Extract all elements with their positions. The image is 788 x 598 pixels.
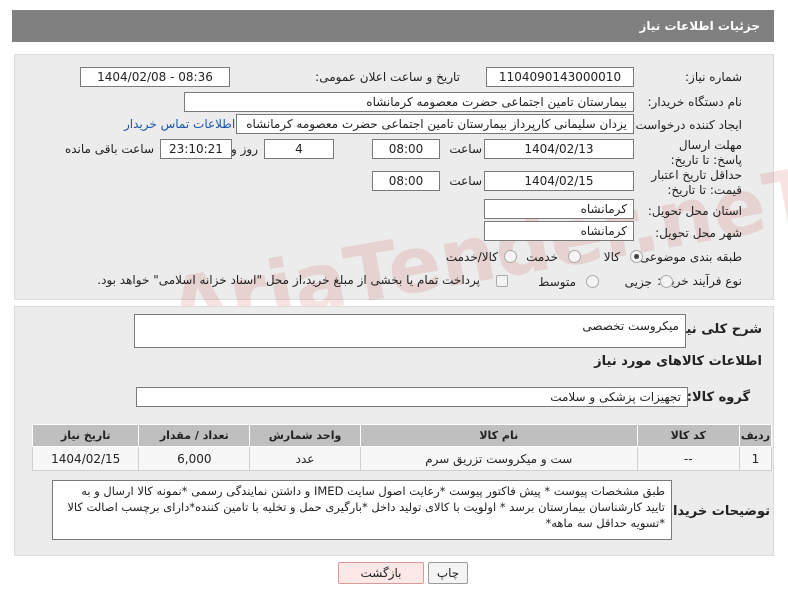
category-radio-service[interactable] — [568, 250, 581, 263]
treasury-payment-checkbox[interactable] — [496, 275, 508, 287]
cell-unit: عدد — [249, 446, 361, 471]
back-button[interactable]: بازگشت — [338, 562, 424, 584]
process-radio-medium[interactable] — [586, 275, 599, 288]
page-title: جزئیات اطلاعات نیاز — [639, 19, 760, 33]
buyer-org-label: نام دستگاه خریدار: — [647, 95, 743, 109]
category-radio-goods-service[interactable] — [504, 250, 517, 263]
print-button[interactable]: چاپ — [428, 562, 468, 584]
goods-table: ردیف کد کالا نام کالا واحد شمارش تعداد /… — [31, 424, 773, 471]
cell-goods-code: -- — [636, 446, 740, 471]
category-option-service: خدمت — [526, 250, 558, 264]
need-number-field[interactable]: 1104090143000010 — [486, 67, 634, 87]
province-field[interactable]: کرمانشاه — [484, 199, 634, 219]
validity-date-field[interactable]: 1404/02/15 — [484, 171, 634, 191]
validity-time-field[interactable]: 08:00 — [372, 171, 440, 191]
deadline-date-field[interactable]: 1404/02/13 — [484, 139, 634, 159]
creator-field[interactable]: یزدان سلیمانی کارپرداز بیمارستان تامین ا… — [236, 114, 634, 134]
process-radio-minor[interactable] — [660, 275, 673, 288]
days-field[interactable]: 4 — [264, 139, 334, 159]
col-goods-code: کد کالا — [636, 424, 740, 447]
province-label: استان محل تحویل: — [647, 204, 742, 218]
treasury-payment-note: پرداخت تمام یا بخشی از مبلغ خرید،از محل … — [97, 273, 480, 287]
col-goods-name: نام کالا — [359, 424, 638, 447]
buyer-org-field[interactable]: بیمارستان تامین اجتماعی حضرت معصومه کرما… — [184, 92, 634, 112]
goods-info-title: اطلاعات کالاهای مورد نیاز — [594, 354, 762, 369]
category-label: طبقه بندی موضوعی: — [635, 250, 742, 264]
buyer-contact-link[interactable]: اطلاعات تماس خریدار — [124, 117, 235, 131]
deadline-time-label: ساعت — [449, 142, 482, 156]
process-option-minor: جزیی — [624, 275, 652, 289]
cell-row-number: 1 — [738, 446, 773, 471]
goods-group-field[interactable]: تجهیزات پزشکی و سلامت — [136, 387, 688, 407]
buyer-notes-label: توضیحات خریدار: — [660, 504, 770, 519]
process-option-medium: متوسط — [538, 275, 576, 289]
category-option-goods-service: کالا/خدمت — [445, 250, 498, 264]
remaining-time-field[interactable]: 23:10:21 — [160, 139, 232, 159]
validity-label: حداقل تاریخ اعتبار قیمت: تا تاریخ: — [651, 168, 742, 197]
deadline-label: مهلت ارسال پاسخ: تا تاریخ: — [670, 138, 742, 167]
buyer-notes-field[interactable]: طبق مشخصات پیوست * پیش فاکتور پیوست *رعا… — [52, 480, 672, 540]
validity-time-label: ساعت — [449, 174, 482, 188]
col-row-number: ردیف — [738, 424, 773, 447]
page-header: جزئیات اطلاعات نیاز — [12, 10, 774, 42]
city-label: شهر محل تحویل: — [655, 226, 742, 240]
deadline-time-field[interactable]: 08:00 — [372, 139, 440, 159]
creator-label: ایجاد کننده درخواست: — [631, 118, 742, 132]
col-unit: واحد شمارش — [249, 424, 361, 447]
goods-table-header: ردیف کد کالا نام کالا واحد شمارش تعداد /… — [31, 424, 773, 447]
description-field[interactable]: میکروست تخصصی — [134, 314, 686, 348]
city-field[interactable]: کرمانشاه — [484, 221, 634, 241]
announce-date-field[interactable]: 1404/02/08 - 08:36 — [80, 67, 230, 87]
cell-need-date: 1404/02/15 — [31, 446, 140, 471]
need-number-label: شماره نیاز: — [685, 70, 742, 84]
remaining-time-label: ساعت باقی مانده — [64, 142, 154, 156]
table-row[interactable]: 1 -- ست و میکروست تزریق سرم عدد 6,000 14… — [31, 446, 773, 471]
days-label: روز و — [231, 142, 258, 156]
goods-group-label: گروه کالا: — [686, 390, 750, 405]
col-quantity: تعداد / مقدار — [138, 424, 251, 447]
col-need-date: تاریخ نیاز — [31, 424, 140, 447]
announce-date-label: تاریخ و ساعت اعلان عمومی: — [315, 70, 460, 84]
category-radio-goods[interactable] — [630, 250, 643, 263]
category-option-goods: کالا — [603, 250, 620, 264]
cell-quantity: 6,000 — [138, 446, 251, 471]
cell-goods-name: ست و میکروست تزریق سرم — [359, 446, 638, 471]
